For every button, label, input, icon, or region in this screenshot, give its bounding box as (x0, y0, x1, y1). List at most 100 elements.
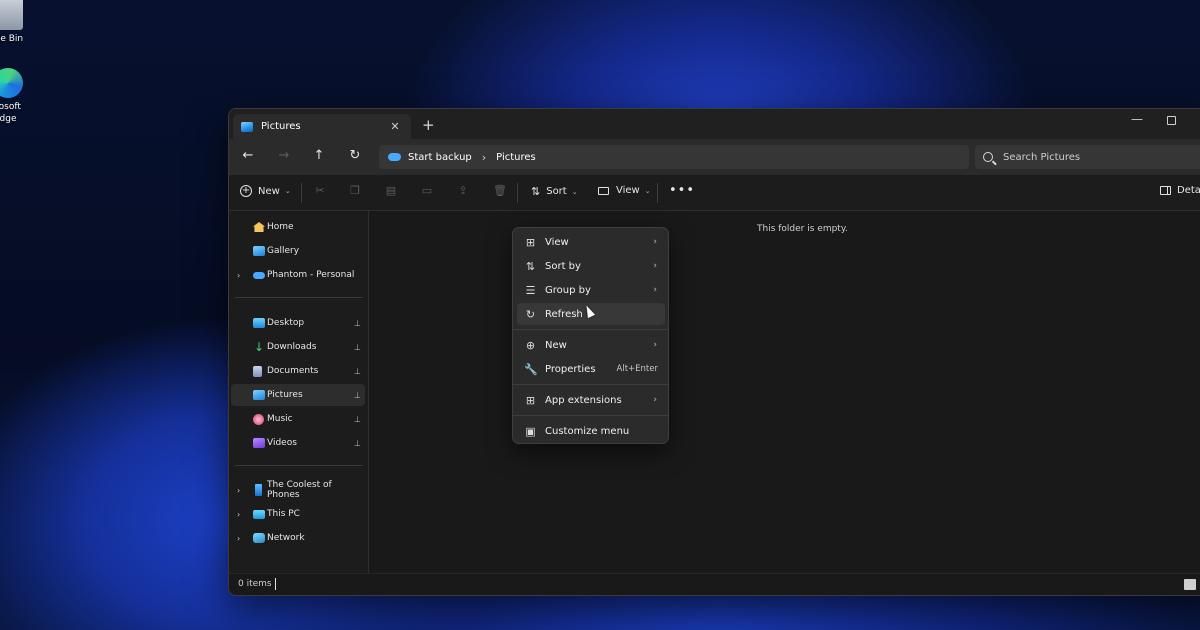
pin-icon: ⊥ (354, 438, 361, 448)
group-icon: ☰ (525, 283, 536, 297)
view-button[interactable]: View ⌄ (598, 185, 651, 196)
new-icon: ⊕ (525, 338, 536, 352)
nav-divider (235, 465, 363, 466)
menu-item-properties[interactable]: 🔧 Properties Alt+Enter (517, 358, 665, 380)
menu-item-label: Customize menu (545, 425, 630, 437)
nav-item-home[interactable]: Home (231, 216, 365, 238)
menu-item-new[interactable]: ⊕ New › (517, 334, 665, 356)
divider (517, 183, 518, 203)
details-button-label: Details (1177, 185, 1200, 196)
minimize-button[interactable]: — (1131, 112, 1143, 126)
chevron-right-icon[interactable]: › (237, 271, 240, 280)
customize-icon: ▣ (525, 424, 536, 438)
nav-item-network[interactable]: › Network (231, 527, 365, 549)
nav-item-videos[interactable]: Videos ⊥ (231, 432, 365, 454)
list-view-toggle-icon[interactable] (1184, 579, 1196, 590)
rename-icon[interactable]: ▭ (421, 185, 433, 197)
nav-item-desktop[interactable]: Desktop ⊥ (231, 312, 365, 334)
refresh-button[interactable]: ↻ (345, 148, 365, 163)
status-divider (275, 578, 276, 590)
address-bar[interactable]: Start backup › Pictures (379, 145, 969, 169)
nav-item-gallery[interactable]: Gallery (231, 240, 365, 262)
command-bar: + New ⌄ ✂ ❐ ▤ ▭ ⇪ 🗑 ⇅ Sort ⌄ View ⌄ ••• … (229, 175, 1200, 211)
empty-folder-message: This folder is empty. (757, 224, 848, 234)
chevron-right-icon[interactable]: › (237, 486, 240, 495)
share-icon[interactable]: ⇪ (457, 185, 469, 197)
search-box[interactable] (975, 145, 1200, 169)
menu-item-group-by[interactable]: ☰ Group by › (517, 279, 665, 301)
breadcrumb-separator-icon[interactable]: › (482, 151, 486, 164)
maximize-button[interactable] (1167, 116, 1176, 125)
chevron-right-icon[interactable]: › (237, 510, 240, 519)
chevron-right-icon: › (653, 261, 657, 271)
menu-item-label: Sort by (545, 260, 581, 272)
tab-pictures[interactable]: Pictures ✕ (233, 114, 411, 139)
desktop-icon-label: dge (0, 114, 17, 124)
nav-item-label: Downloads (267, 342, 317, 352)
chevron-right-icon: › (653, 340, 657, 350)
new-button[interactable]: + New ⌄ (240, 185, 291, 197)
more-options-button[interactable]: ••• (669, 183, 695, 198)
paste-icon[interactable]: ▤ (385, 185, 397, 197)
delete-icon[interactable]: 🗑 (493, 185, 507, 197)
onedrive-icon (253, 271, 265, 279)
details-pane-icon (1160, 186, 1171, 195)
menu-item-customize-menu[interactable]: ▣ Customize menu (517, 420, 665, 442)
menu-item-label: Refresh (545, 308, 583, 320)
nav-item-downloads[interactable]: ↓ Downloads ⊥ (231, 336, 365, 358)
pin-icon: ⊥ (354, 414, 361, 424)
sort-button-label: Sort (546, 186, 567, 197)
nav-item-music[interactable]: Music ⊥ (231, 408, 365, 430)
menu-item-label: New (545, 339, 567, 351)
chevron-right-icon[interactable]: › (237, 534, 240, 543)
forward-button[interactable]: → (274, 148, 294, 163)
copy-icon[interactable]: ❐ (349, 185, 361, 197)
file-list-area[interactable]: This folder is empty. (370, 211, 1200, 575)
divider (657, 183, 658, 203)
up-button[interactable]: ↑ (309, 148, 329, 163)
new-tab-button[interactable]: + (422, 116, 435, 134)
sort-button[interactable]: ⇅ Sort ⌄ (531, 185, 578, 198)
menu-separator (513, 415, 668, 416)
desktop-icon-edge[interactable]: rosoft dge (0, 68, 38, 125)
grid-icon: ⊞ (525, 235, 536, 249)
item-count: 0 items (238, 579, 272, 589)
documents-folder-icon (253, 365, 262, 377)
desktop-icon-label: rosoft (0, 102, 21, 112)
sort-icon: ⇅ (525, 259, 536, 273)
nav-item-this-pc[interactable]: › This PC (231, 503, 365, 525)
nav-item-label: The Coolest of Phones (267, 480, 332, 500)
menu-item-label: View (545, 236, 569, 248)
menu-item-label: Group by (545, 284, 591, 296)
context-menu: ⊞ View › ⇅ Sort by › ☰ Group by › ↻ Refr… (512, 227, 669, 444)
edge-icon (0, 68, 23, 98)
nav-item-onedrive[interactable]: › Phantom - Personal (231, 264, 365, 286)
menu-item-shortcut: Alt+Enter (616, 364, 658, 374)
nav-item-pictures[interactable]: Pictures ⊥ (231, 384, 365, 406)
cut-icon[interactable]: ✂ (314, 185, 326, 197)
desktop-icon-recycle-bin[interactable]: cle Bin (0, 0, 38, 45)
chevron-right-icon: › (653, 237, 657, 247)
navigation-pane: Home Gallery › Phantom - Personal Deskto… (229, 211, 369, 575)
details-button[interactable]: Details (1160, 185, 1200, 196)
pin-icon: ⊥ (354, 342, 361, 352)
pictures-folder-icon (253, 390, 265, 400)
nav-item-documents[interactable]: Documents ⊥ (231, 360, 365, 382)
menu-item-label: Properties (545, 363, 596, 375)
back-button[interactable]: ← (238, 148, 258, 163)
breadcrumb-pictures[interactable]: Pictures (496, 152, 536, 163)
view-button-label: View (616, 185, 640, 196)
menu-item-app-extensions[interactable]: ⊞ App extensions › (517, 389, 665, 411)
menu-item-view[interactable]: ⊞ View › (517, 231, 665, 253)
nav-item-label: Gallery (267, 246, 300, 256)
refresh-icon: ↻ (525, 307, 536, 321)
nav-item-phone[interactable]: › The Coolest of Phones (231, 479, 365, 501)
network-icon (253, 533, 265, 543)
divider (301, 183, 302, 203)
close-tab-icon[interactable]: ✕ (387, 120, 403, 133)
menu-item-sort-by[interactable]: ⇅ Sort by › (517, 255, 665, 277)
view-icon (598, 186, 609, 195)
search-input[interactable] (1003, 151, 1200, 163)
sort-icon: ⇅ (531, 185, 541, 198)
breadcrumb-start-backup[interactable]: Start backup (408, 152, 472, 163)
